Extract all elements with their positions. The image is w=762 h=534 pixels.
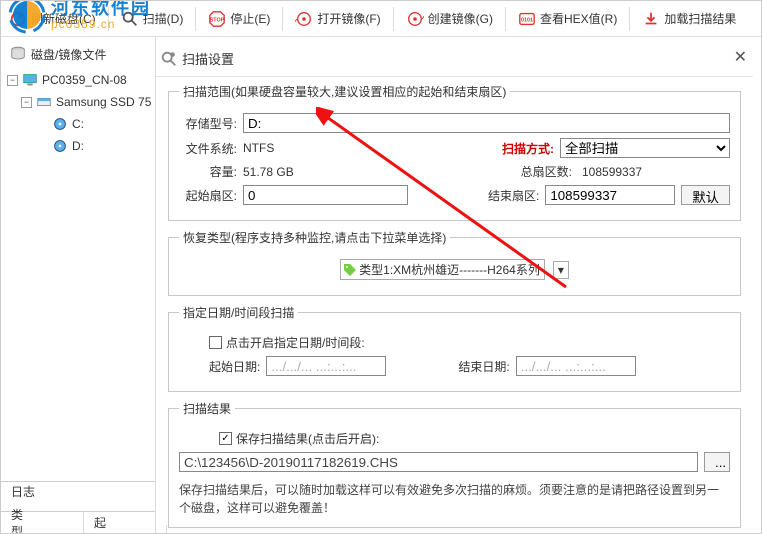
dialog-title: 扫描设置 xyxy=(178,49,234,68)
browse-button[interactable]: ... xyxy=(704,452,730,472)
disk-stack-icon xyxy=(9,45,27,63)
sidebar-title: 磁盘/镜像文件 xyxy=(3,41,153,67)
load-result-button[interactable]: 加载扫描结果 xyxy=(636,7,742,31)
scan-mode-select[interactable]: 全部扫描 xyxy=(560,138,730,158)
view-hex-button[interactable]: 0101 查看HEX值(R) xyxy=(512,7,623,31)
scan-mode-label: 扫描方式: xyxy=(502,140,554,157)
date-legend: 指定日期/时间段扫描 xyxy=(179,304,298,321)
scan-button[interactable]: 扫描(D) xyxy=(115,7,190,31)
refresh-icon xyxy=(9,10,27,28)
model-label: 存储型号: xyxy=(179,115,237,132)
col-start[interactable]: 起 xyxy=(84,512,167,533)
svg-text:STOP: STOP xyxy=(210,17,225,23)
partition-icon xyxy=(51,115,69,133)
hex-icon: 0101 xyxy=(518,10,536,28)
recover-type-select[interactable]: 类型1:XM杭州雄迈-------H264系列 xyxy=(340,259,545,280)
svg-text:0101: 0101 xyxy=(521,17,533,23)
start-date-input[interactable] xyxy=(266,356,386,376)
checkbox-checked-icon: ✓ xyxy=(219,432,232,445)
enable-date-checkbox[interactable]: 点击开启指定日期/时间段: xyxy=(209,334,365,351)
stop-icon: STOP xyxy=(208,10,226,28)
capacity-label: 容量: xyxy=(179,163,237,180)
capacity-value: 51.78 GB xyxy=(243,165,323,179)
model-input[interactable] xyxy=(243,113,730,133)
result-hint: 保存扫描结果后，可以随时加载这样可以有效避免多次扫描的麻烦。须要注意的是请把路径… xyxy=(179,477,730,517)
start-sector-label: 起始扇区: xyxy=(179,187,237,204)
tree-drive-c[interactable]: C: xyxy=(7,113,153,135)
open-image-label: 打开镜像(F) xyxy=(317,10,380,27)
end-date-label: 结束日期: xyxy=(458,358,509,375)
collapse-icon[interactable]: − xyxy=(7,75,18,86)
tag-icon xyxy=(343,263,357,277)
disk-tree: − PC0359_CN-08 − Samsung SSD 75 xyxy=(3,67,153,157)
close-icon[interactable]: ✕ xyxy=(734,47,747,67)
scan-label: 扫描(D) xyxy=(143,10,184,27)
download-icon xyxy=(642,10,660,28)
refresh-disk-button[interactable]: 刷新磁盘(C) xyxy=(3,7,102,31)
create-image-icon xyxy=(406,10,424,28)
collapse-icon[interactable]: − xyxy=(21,97,32,108)
log-panel-header: 日志 xyxy=(1,481,155,501)
date-scan-group: 指定日期/时间段扫描 点击开启指定日期/时间段: 起始日期: 结束日期: xyxy=(168,304,741,392)
scan-range-group: 扫描范围(如果硬盘容量较大,建议设置相应的起始和结束扇区) 存储型号: 文件系统… xyxy=(168,83,741,221)
stop-label: 停止(E) xyxy=(230,10,270,27)
hex-label: 查看HEX值(R) xyxy=(540,10,617,27)
end-date-input[interactable] xyxy=(516,356,636,376)
sidebar: 磁盘/镜像文件 − PC0359_CN-08 − Samsung SSD 75 xyxy=(1,37,156,533)
range-legend: 扫描范围(如果硬盘容量较大,建议设置相应的起始和结束扇区) xyxy=(179,83,510,100)
type-dropdown-button[interactable]: ▾ xyxy=(553,261,569,279)
drive-icon xyxy=(35,93,53,111)
start-sector-input[interactable] xyxy=(243,185,408,205)
checkbox-box-icon xyxy=(209,336,222,349)
open-image-icon xyxy=(295,10,313,28)
create-image-button[interactable]: 创建镜像(G) xyxy=(400,7,499,31)
tree-root[interactable]: − PC0359_CN-08 xyxy=(7,69,153,91)
refresh-label: 刷新磁盘(C) xyxy=(31,10,96,27)
tree-drive-d[interactable]: D: xyxy=(7,135,153,157)
scan-settings-dialog: 扫描设置 ✕ 扫描范围(如果硬盘容量较大,建议设置相应的起始和结束扇区) 存储型… xyxy=(156,45,753,525)
col-type[interactable]: 类型 xyxy=(1,512,84,533)
stop-button[interactable]: STOP 停止(E) xyxy=(202,7,276,31)
fs-value: NTFS xyxy=(243,141,303,155)
partition-icon xyxy=(51,137,69,155)
search-icon xyxy=(121,10,139,28)
scan-result-group: 扫描结果 ✓ 保存扫描结果(点击后开启): ... 保存扫描结果后，可以随时加载… xyxy=(168,400,741,528)
save-result-checkbox[interactable]: ✓ 保存扫描结果(点击后开启): xyxy=(219,430,379,447)
recover-legend: 恢复类型(程序支持多种监控,请点击下拉菜单选择) xyxy=(179,229,450,246)
list-header: 类型 起 xyxy=(1,511,155,533)
end-sector-label: 结束扇区: xyxy=(488,187,539,204)
recover-type-group: 恢复类型(程序支持多种监控,请点击下拉菜单选择) 类型1:XM杭州雄迈-----… xyxy=(168,229,741,296)
load-result-label: 加载扫描结果 xyxy=(664,10,736,27)
result-path-input[interactable] xyxy=(179,452,698,472)
computer-icon xyxy=(21,71,39,89)
start-date-label: 起始日期: xyxy=(209,358,260,375)
fs-label: 文件系统: xyxy=(179,140,237,157)
open-image-button[interactable]: 打开镜像(F) xyxy=(289,7,386,31)
default-button[interactable]: 默认 xyxy=(681,185,730,205)
main-toolbar: 刷新磁盘(C) 扫描(D) STOP 停止(E) 打开镜像(F) xyxy=(1,1,761,37)
total-sector-value: 108599337 xyxy=(578,165,678,179)
total-sector-label: 总扇区数: xyxy=(521,163,572,180)
create-image-label: 创建镜像(G) xyxy=(428,10,493,27)
settings-search-icon xyxy=(160,50,178,68)
result-legend: 扫描结果 xyxy=(179,400,235,417)
tree-ssd[interactable]: − Samsung SSD 75 xyxy=(7,91,153,113)
end-sector-input[interactable] xyxy=(545,185,675,205)
